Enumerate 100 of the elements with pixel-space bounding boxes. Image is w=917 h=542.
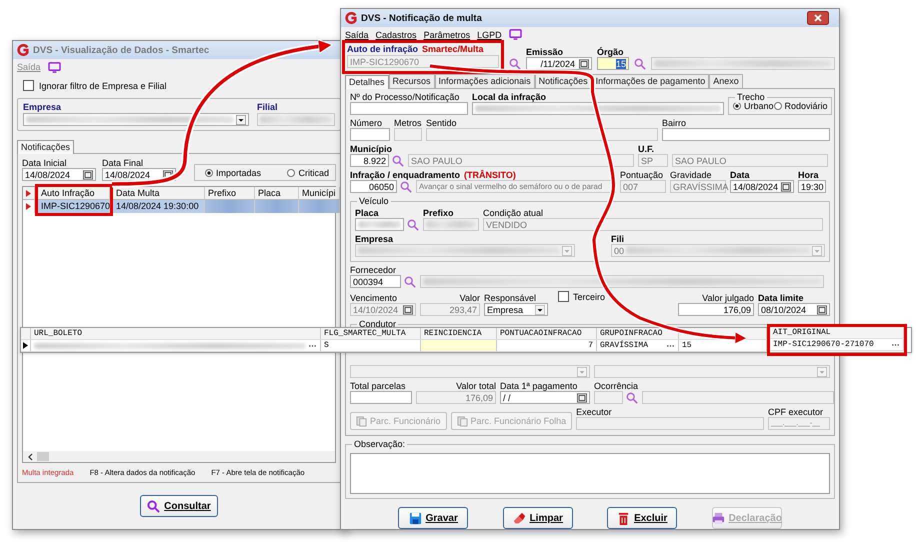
checkbox[interactable] xyxy=(23,80,34,91)
search-icon[interactable] xyxy=(400,180,412,192)
save-button[interactable]: Gravar xyxy=(398,507,468,529)
search-icon[interactable] xyxy=(404,276,416,288)
text-field[interactable] xyxy=(576,417,764,430)
field-label: Sentido xyxy=(426,118,457,128)
column-header[interactable]: REINCIDENCIA xyxy=(421,328,497,340)
search-icon[interactable] xyxy=(392,154,404,166)
table-cell: 7 xyxy=(497,340,597,352)
calendar-icon[interactable] xyxy=(817,304,827,314)
tab[interactable]: Anexo xyxy=(709,74,743,88)
tab[interactable]: Informações de pagamento xyxy=(592,74,710,88)
document-icon xyxy=(456,416,468,426)
group-title: Observação: xyxy=(352,438,408,450)
field-label: Valor total xyxy=(456,381,496,391)
eraser-icon xyxy=(512,512,526,524)
text-field[interactable]: 176,09 xyxy=(678,303,754,316)
column-header[interactable]: Placa xyxy=(255,187,299,200)
column-header[interactable]: Municípi xyxy=(299,187,340,200)
field-label: Data xyxy=(730,170,750,180)
text-field[interactable] xyxy=(350,128,390,141)
group-title: Veículo xyxy=(357,195,391,207)
menu-item[interactable]: Saída xyxy=(345,30,369,40)
radio-option[interactable]: Importadas xyxy=(205,168,262,178)
text-field[interactable] xyxy=(472,102,724,115)
search-icon[interactable] xyxy=(634,58,646,70)
text-field[interactable] xyxy=(350,102,468,115)
column-header[interactable]: URL_BOLETO xyxy=(31,328,321,340)
field-label: Hora xyxy=(798,170,819,180)
date-field[interactable]: /11/2024 xyxy=(526,57,592,70)
calendar-icon[interactable] xyxy=(579,58,589,68)
text-field[interactable]: 06050 xyxy=(350,180,397,193)
field-label: Valor xyxy=(460,293,480,303)
date-field[interactable]: 14/08/2024 xyxy=(22,168,96,181)
clear-button[interactable]: Limpar xyxy=(502,507,573,529)
text-field[interactable] xyxy=(350,391,412,404)
search-icon[interactable] xyxy=(626,392,638,404)
search-icon[interactable] xyxy=(509,58,521,70)
horizontal-scrollbar[interactable] xyxy=(23,451,335,462)
field-label: Placa xyxy=(355,208,379,218)
monitor-icon[interactable] xyxy=(48,62,61,72)
field-label: Total parcelas xyxy=(350,381,406,391)
notes-field[interactable] xyxy=(350,453,830,494)
column-header[interactable]: AIT_ORIGINAL xyxy=(770,327,904,339)
tab[interactable]: Detalhes xyxy=(345,75,389,89)
field-label: Órgão xyxy=(597,47,625,57)
field-label: Auto de infração xyxy=(347,44,418,55)
field-label: Fili xyxy=(611,234,624,244)
field-label: Município xyxy=(350,144,392,154)
column-header[interactable]: PONTUACAOINFRACAO xyxy=(497,328,597,340)
search-icon[interactable] xyxy=(407,218,419,230)
text-field[interactable] xyxy=(355,218,404,231)
field-label: Infração / enquadramento xyxy=(350,170,460,180)
column-header[interactable]: Prefixo xyxy=(205,187,255,200)
ellipsis-icon[interactable] xyxy=(891,342,900,348)
column-header[interactable]: Auto Infração xyxy=(38,187,110,200)
close-icon[interactable] xyxy=(807,11,829,25)
category-tag: (TRÂNSITO) xyxy=(464,170,516,180)
checkbox[interactable] xyxy=(558,291,569,302)
column-header[interactable]: GRUPOINFRACAO xyxy=(597,328,679,340)
tab[interactable]: Notificações xyxy=(17,140,74,154)
menu-item[interactable]: Cadastros xyxy=(376,30,417,40)
text-field[interactable] xyxy=(662,128,830,141)
text-field[interactable]: 15 xyxy=(597,57,629,70)
search-button[interactable]: Consultar xyxy=(140,495,218,517)
date-field[interactable]: / / xyxy=(500,391,590,404)
row-indicator-icon xyxy=(23,200,35,213)
calendar-icon[interactable] xyxy=(781,182,791,192)
field-label: Data Final xyxy=(102,158,144,168)
field-label: CPF executor xyxy=(768,407,824,417)
delete-button[interactable]: Excluir xyxy=(607,507,678,529)
calendar-icon[interactable] xyxy=(83,170,93,180)
ellipsis-icon[interactable] xyxy=(666,342,675,348)
radio-option[interactable]: Rodoviário xyxy=(774,101,828,111)
field-label: Data 1ª pagamento xyxy=(500,381,578,391)
radio-option[interactable]: Urbano xyxy=(733,101,774,111)
menu-item[interactable]: Parâmetros xyxy=(424,30,470,40)
ellipsis-icon[interactable] xyxy=(308,342,317,348)
text-field[interactable]: 19:30 xyxy=(798,180,826,193)
menu-item[interactable]: LGPD xyxy=(477,30,502,40)
field-label: Executor xyxy=(576,407,613,417)
app-logo-icon xyxy=(17,44,29,56)
text-field[interactable]: 000394 xyxy=(350,275,401,288)
scroll-thumb[interactable] xyxy=(37,452,49,461)
tab[interactable]: Recursos xyxy=(388,74,435,88)
tab[interactable]: Informações adicionais xyxy=(434,74,535,88)
column-header[interactable]: Data Multa xyxy=(113,187,205,200)
radio-option[interactable]: Criticad xyxy=(287,168,329,178)
field-label: Data Inicial xyxy=(22,158,68,168)
text-field[interactable]: 8.922 xyxy=(350,154,389,167)
calendar-icon[interactable] xyxy=(577,392,587,402)
field-label: Ocorrência xyxy=(594,381,638,391)
monitor-icon[interactable] xyxy=(508,29,522,40)
field-label: Pontuação xyxy=(620,170,664,180)
field-label: Local da infração xyxy=(472,92,546,102)
column-header[interactable]: FLG_SMARTEC_MULTA xyxy=(321,328,421,340)
printer-icon xyxy=(712,512,725,524)
date-field[interactable]: 14/08/2024 xyxy=(730,180,794,193)
date-field[interactable]: 08/10/2024 xyxy=(758,303,830,316)
dropdown[interactable]: Empresa xyxy=(484,303,548,316)
